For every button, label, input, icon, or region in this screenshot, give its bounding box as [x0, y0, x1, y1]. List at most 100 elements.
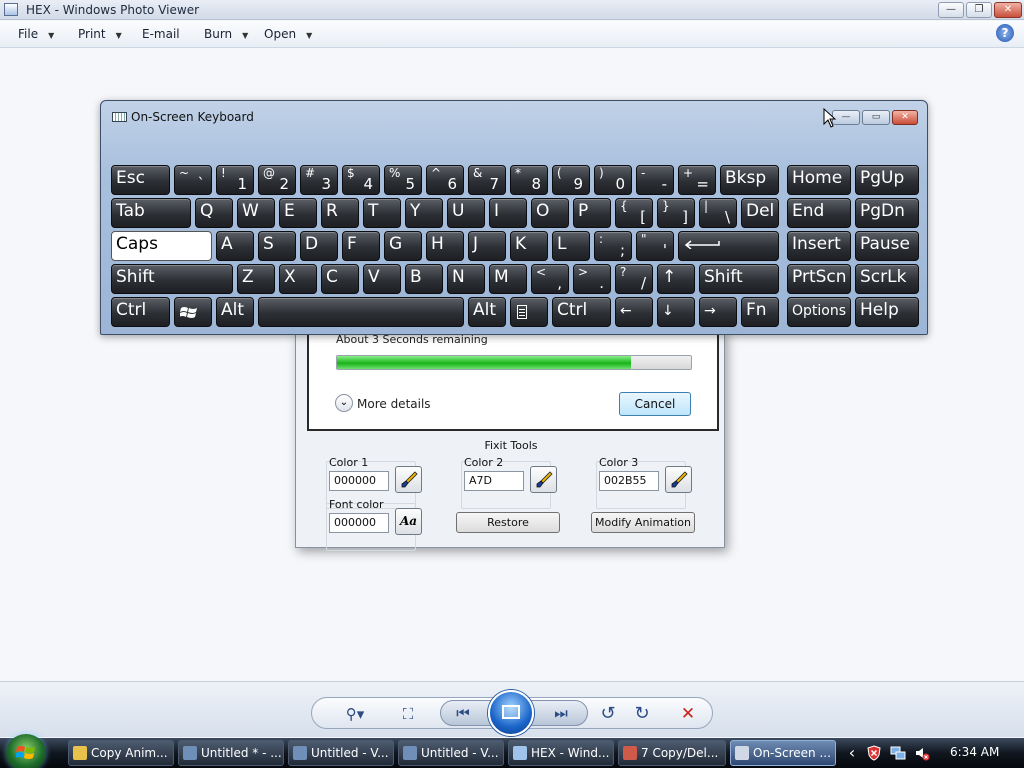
key-pgdn[interactable]: PgDn [855, 198, 919, 228]
color2-picker-button[interactable] [530, 466, 557, 493]
key-backtick[interactable]: ~ ` [174, 165, 212, 195]
key-e[interactable]: E [279, 198, 317, 228]
key-h[interactable]: H [426, 231, 464, 261]
key-r[interactable]: R [321, 198, 359, 228]
key-scrlk[interactable]: ScrLk [855, 264, 919, 294]
key-k[interactable]: K [510, 231, 548, 261]
key-comma[interactable]: <, [531, 264, 569, 294]
key-z[interactable]: Z [237, 264, 275, 294]
key-7[interactable]: & 7 [468, 165, 506, 195]
key-v[interactable]: V [363, 264, 401, 294]
key-t[interactable]: T [363, 198, 401, 228]
key-help[interactable]: Help [855, 297, 919, 327]
key-semicolon[interactable]: :; [594, 231, 632, 261]
key-2[interactable]: @2 [258, 165, 296, 195]
key-right[interactable]: → [699, 297, 737, 327]
security-shield-icon[interactable] [866, 745, 882, 761]
color2-input[interactable]: A7D [464, 471, 524, 491]
key-menu[interactable] [510, 297, 548, 327]
rotate-clockwise-icon[interactable]: ↻ [632, 705, 652, 723]
key-y[interactable]: Y [405, 198, 443, 228]
key-j[interactable]: J [468, 231, 506, 261]
key-a[interactable]: A [216, 231, 254, 261]
more-details-label[interactable]: More details [357, 397, 431, 411]
rotate-counterclockwise-icon[interactable]: ↺ [598, 705, 618, 723]
key-slash[interactable]: ? / [615, 264, 653, 294]
key-g[interactable]: G [384, 231, 422, 261]
key-o[interactable]: O [531, 198, 569, 228]
key-home[interactable]: Home [787, 165, 851, 195]
key-l[interactable]: L [552, 231, 590, 261]
key-end[interactable]: End [787, 198, 851, 228]
key-insert[interactable]: Insert [787, 231, 851, 261]
key-lbracket[interactable]: {[ [615, 198, 653, 228]
previous-icon[interactable]: ⏮ [453, 704, 473, 722]
maximize-button[interactable]: ❐ [966, 2, 992, 18]
menu-open[interactable]: Open ▼ [264, 27, 312, 41]
key-p[interactable]: P [573, 198, 611, 228]
color1-input[interactable]: 000000 [329, 471, 389, 491]
key-c[interactable]: C [321, 264, 359, 294]
key-m[interactable]: M [489, 264, 527, 294]
key-fn[interactable]: Fn [741, 297, 779, 327]
key-space[interactable] [258, 297, 464, 327]
taskbar-button[interactable]: 7 Copy/Del... [618, 740, 726, 766]
key-lctrl[interactable]: Ctrl [111, 297, 170, 327]
delete-icon[interactable]: ✕ [678, 705, 698, 723]
taskbar-button[interactable]: Untitled - V... [288, 740, 394, 766]
key-i[interactable]: I [489, 198, 527, 228]
key-quote[interactable]: " ' [636, 231, 674, 261]
key-x[interactable]: X [279, 264, 317, 294]
key-left[interactable]: ← [615, 297, 653, 327]
key-rctrl[interactable]: Ctrl [552, 297, 611, 327]
key-esc[interactable]: Esc [111, 165, 170, 195]
key-4[interactable]: $4 [342, 165, 380, 195]
next-icon[interactable]: ⏭ [551, 704, 571, 722]
menu-burn[interactable]: Burn ▼ [204, 27, 248, 41]
key-rshift[interactable]: Shift [699, 264, 779, 294]
key-f[interactable]: F [342, 231, 380, 261]
font-picker-button[interactable]: Aa [395, 508, 422, 535]
menu-file[interactable]: File ▼ [18, 27, 54, 41]
key-n[interactable]: N [447, 264, 485, 294]
key-period[interactable]: >. [573, 264, 611, 294]
key-rbracket[interactable]: }] [657, 198, 695, 228]
key-up[interactable]: ↑ [657, 264, 695, 294]
key-caps[interactable]: Caps [111, 231, 212, 261]
key-enter[interactable] [678, 231, 779, 261]
modify-animation-button[interactable]: Modify Animation [591, 512, 695, 533]
key-q[interactable]: Q [195, 198, 233, 228]
key-b[interactable]: B [405, 264, 443, 294]
fit-window-icon[interactable]: ⛶ [398, 705, 418, 723]
key-d[interactable]: D [300, 231, 338, 261]
minimize-button[interactable]: — [938, 2, 964, 18]
key-options[interactable]: Options [787, 297, 851, 327]
key-lalt[interactable]: Alt [216, 297, 254, 327]
key-minus[interactable]: -- [636, 165, 674, 195]
taskbar-button[interactable]: Untitled * - ... [178, 740, 284, 766]
menu-print[interactable]: Print ▼ [78, 27, 122, 41]
key-pgup[interactable]: PgUp [855, 165, 919, 195]
key-6[interactable]: ^ 6 [426, 165, 464, 195]
key-u[interactable]: U [447, 198, 485, 228]
key-w[interactable]: W [237, 198, 275, 228]
key-del[interactable]: Del [741, 198, 779, 228]
close-button[interactable]: ✕ [994, 2, 1022, 18]
key-prtscn[interactable]: PrtScn [787, 264, 851, 294]
taskbar-button[interactable]: HEX - Wind... [508, 740, 614, 766]
key-win[interactable] [174, 297, 212, 327]
volume-muted-icon[interactable] [914, 745, 930, 761]
key-3[interactable]: #3 [300, 165, 338, 195]
key-lshift[interactable]: Shift [111, 264, 233, 294]
key-backslash[interactable]: | \ [699, 198, 737, 228]
tray-expand-icon[interactable]: ‹ [844, 745, 860, 761]
key-8[interactable]: * 8 [510, 165, 548, 195]
key-s[interactable]: S [258, 231, 296, 261]
key-9[interactable]: (9 [552, 165, 590, 195]
key-bksp[interactable]: Bksp [720, 165, 779, 195]
key-pause[interactable]: Pause [855, 231, 919, 261]
chevron-down-icon[interactable]: ⌄ [335, 394, 353, 412]
menu-email[interactable]: E-mail [142, 27, 180, 41]
key-tab[interactable]: Tab [111, 198, 191, 228]
key-down[interactable]: ↓ [657, 297, 695, 327]
